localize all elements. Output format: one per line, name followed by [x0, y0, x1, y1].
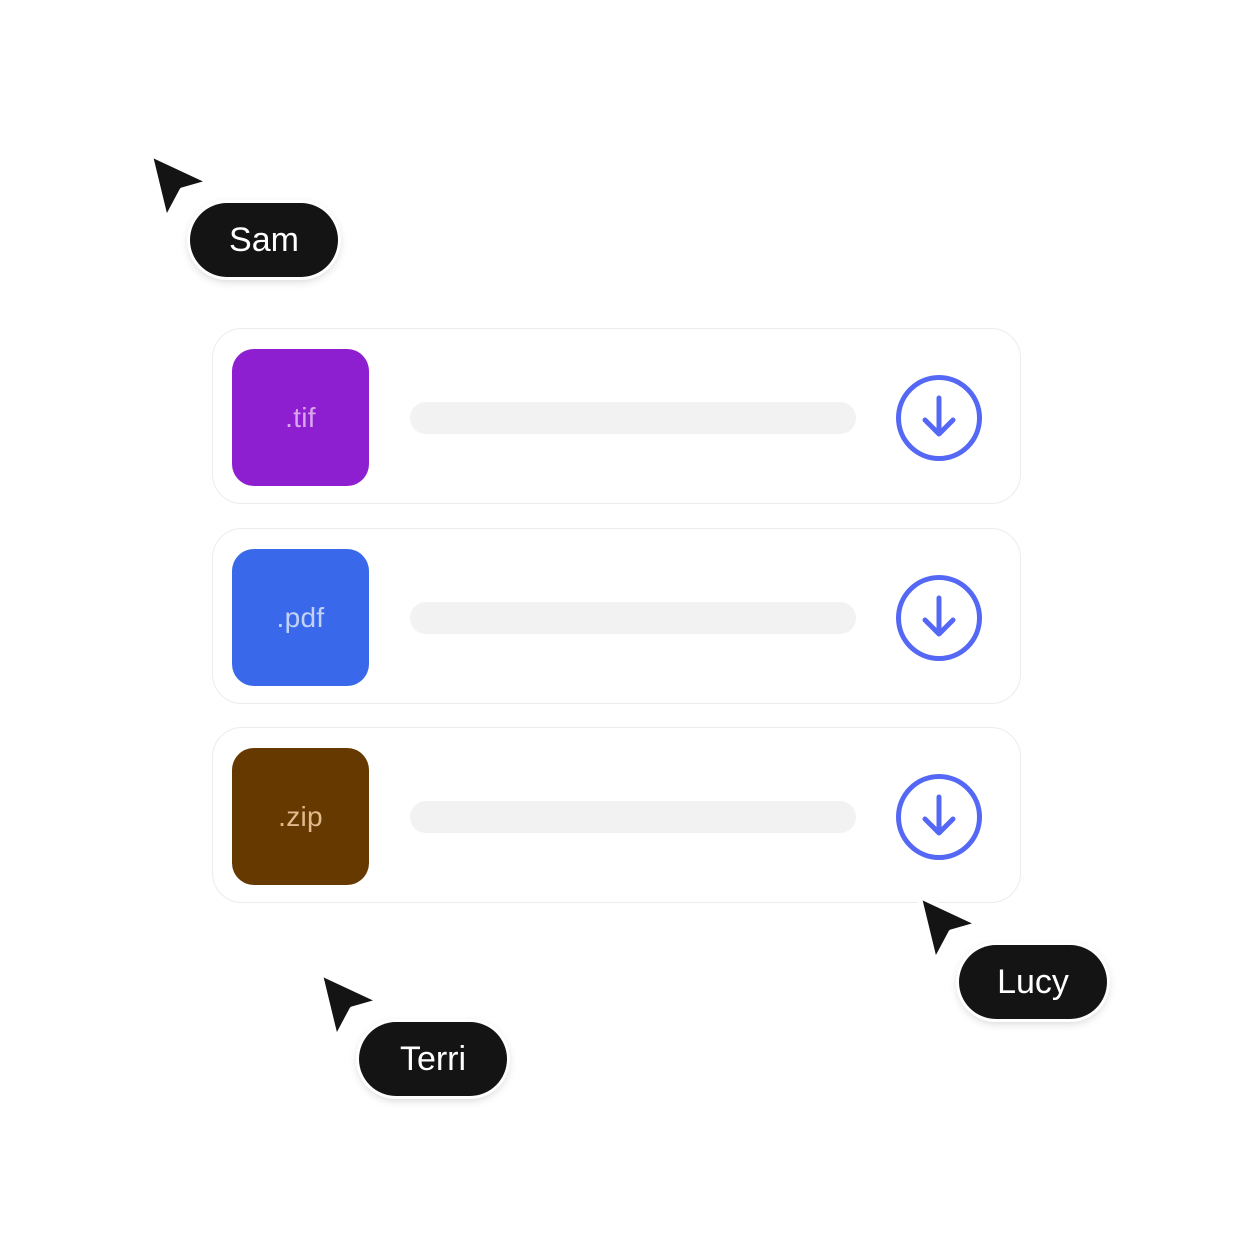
arrow-down-circle-icon	[896, 375, 982, 461]
file-extension-label: .pdf	[276, 601, 325, 633]
download-button[interactable]	[895, 374, 983, 462]
file-name-placeholder	[410, 801, 856, 833]
file-row[interactable]: .pdf	[212, 528, 1021, 704]
file-row[interactable]: .tif	[212, 328, 1021, 504]
collaborator-name-label: Lucy	[959, 945, 1107, 1019]
file-extension-label: .zip	[278, 800, 323, 832]
file-name-placeholder	[410, 402, 856, 434]
arrow-down-circle-icon	[896, 575, 982, 661]
file-name-placeholder	[410, 602, 856, 634]
file-type-thumbnail: .pdf	[232, 549, 369, 686]
file-row[interactable]: .zip	[212, 727, 1021, 903]
download-button[interactable]	[895, 773, 983, 861]
file-type-thumbnail: .zip	[232, 748, 369, 885]
collaborator-name-label: Sam	[190, 203, 338, 277]
file-type-thumbnail: .tif	[232, 349, 369, 486]
download-button[interactable]	[895, 574, 983, 662]
file-extension-label: .tif	[285, 401, 316, 433]
collaborator-name-label: Terri	[359, 1022, 507, 1096]
arrow-down-circle-icon	[896, 774, 982, 860]
